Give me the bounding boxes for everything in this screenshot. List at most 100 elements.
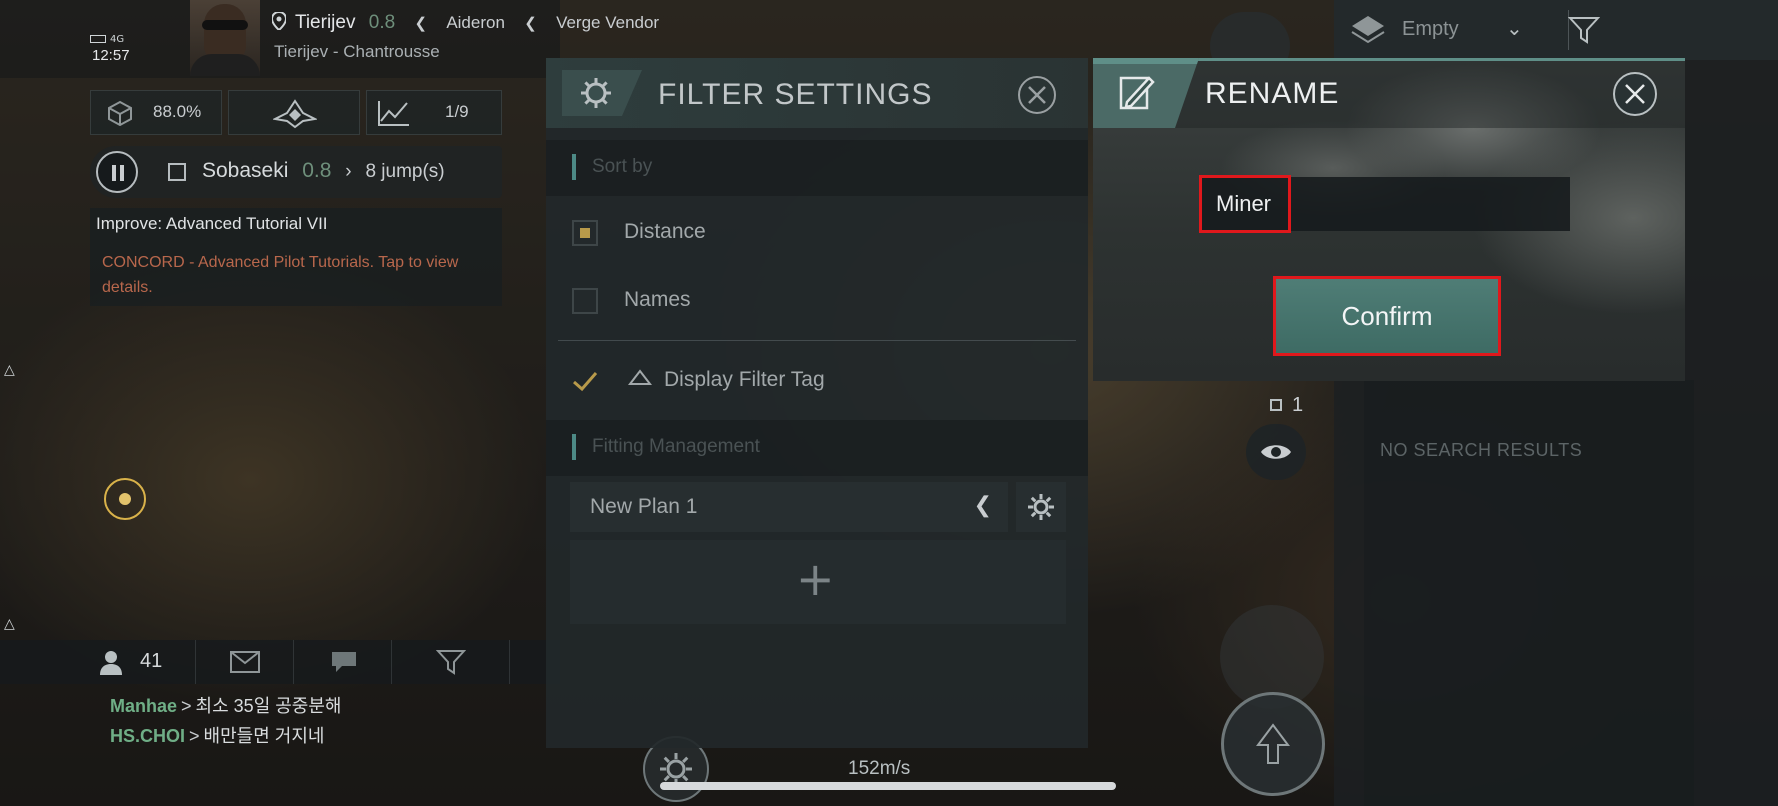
plan-name: New Plan 1 [590,495,698,518]
filter-settings-panel: FILTER SETTINGS Sort by Distance Names D… [546,58,1088,748]
distance-checkbox[interactable] [572,220,598,246]
progress-stat[interactable]: 1/9 [366,90,502,135]
filter-settings-title: FILTER SETTINGS [658,78,933,111]
chat-tab-bar: 41 [0,640,560,684]
chat-separator: > [189,726,200,746]
mission-title: Improve: Advanced Tutorial VII [96,214,328,233]
confirm-label: Confirm [1341,301,1433,331]
portrait-body [190,54,260,76]
square-icon [1270,399,1282,411]
count-value: 1 [1292,394,1304,416]
fitting-section-label: Fitting Management [592,436,760,457]
sort-option-distance[interactable]: Distance [546,200,1088,266]
destination-security: 0.8 [302,159,332,182]
plan-selector[interactable]: New Plan 1 ❮ [570,482,1008,532]
add-plan-button[interactable]: + [570,540,1066,624]
mission-tracker[interactable]: Improve: Advanced Tutorial VII CONCORD -… [90,208,502,306]
target-bracket-icon[interactable] [104,478,146,520]
ship-speed: 152m/s [848,758,911,779]
divider [558,340,1076,341]
route-destination: Sobaseki 0.8 › 8 jump(s) [202,159,445,183]
names-checkbox[interactable] [572,288,598,314]
rename-dialog: RENAME Confirm [1093,58,1685,381]
ship-stats-row: 88.0% 1/9 [90,90,502,135]
gear-icon [562,70,642,116]
chat-text: 배만들면 거지네 [203,726,325,746]
ship-icon [273,99,317,129]
bracket-marker-icon: △ [4,362,15,378]
preset-dropdown-value[interactable]: Empty [1402,18,1459,41]
chevron-left-icon: ❮ [414,15,428,32]
chat-tab-members[interactable]: 41 [0,640,196,684]
warp-icon [1256,723,1290,764]
rename-close-button[interactable] [1613,72,1657,116]
member-count: 41 [140,650,163,672]
chevron-left-icon: ❮ [973,493,992,518]
sort-section-label: Sort by [592,156,653,177]
destination-name: Sobaseki [202,159,289,182]
ship-overview-button[interactable] [228,90,360,135]
location-breadcrumb[interactable]: Tierijev 0.8 ❮ Aideron ❮ Verge Vendor [270,10,660,34]
warp-button[interactable] [1221,692,1325,796]
chevron-right-icon: › [345,161,352,182]
home-indicator[interactable] [660,782,1116,790]
cube-icon [108,100,132,126]
chat-tab-filter[interactable] [392,640,510,684]
system-security: 0.8 [368,12,396,33]
chat-message[interactable]: Manhae > 최소 35일 공중분해 [110,692,342,718]
chevron-down-icon[interactable]: ⌄ [1506,16,1523,40]
area-name: Verge Vendor [556,13,660,32]
filter-icon [436,650,466,675]
chat-tab-mail[interactable] [196,640,294,684]
sort-option-names[interactable]: Names [546,268,1088,334]
right-panel-header: Empty ⌄ [1334,0,1778,60]
chat-tab-messages[interactable] [294,640,392,684]
battery-icon [90,35,106,43]
sublocation: Tierijev - Chantrousse [274,42,440,61]
sort-option-label: Names [624,288,691,311]
checkmark-icon[interactable] [572,370,598,392]
confirm-button[interactable]: Confirm [1273,276,1501,356]
plan-settings-button[interactable] [1016,482,1066,532]
sort-option-label: Distance [624,220,706,243]
clock: 12:57 [92,47,130,64]
map-pin-icon [270,10,288,32]
bracket-marker-icon: △ [4,616,15,632]
tag-icon [628,369,652,385]
fitting-section-header: Fitting Management [546,420,1088,476]
display-filter-tag-toggle[interactable]: Display Filter Tag [546,348,1088,414]
cargo-stat[interactable]: 88.0% [90,90,222,135]
filter-close-button[interactable] [1018,76,1056,114]
network-type: 4G [110,34,125,45]
network-status: 4G [90,34,124,45]
count-chip: 1 [1270,394,1303,417]
mission-description: CONCORD - Advanced Pilot Tutorials. Tap … [102,254,459,296]
no-results-text: NO SEARCH RESULTS [1380,440,1583,460]
filter-icon[interactable] [1568,16,1600,44]
sort-section-header: Sort by [546,140,1088,196]
filter-settings-header: FILTER SETTINGS [546,58,1088,128]
pause-button[interactable] [96,151,138,193]
close-icon [1028,86,1046,104]
cargo-percent: 88.0% [153,102,202,121]
eye-icon [1261,445,1291,459]
gear-icon [1028,494,1054,520]
chat-message[interactable]: HS.CHOI > 배만들면 거지네 [110,722,324,748]
region-name: Aideron [446,13,505,32]
chart-line-icon [378,101,409,126]
chat-bubble-icon [332,652,356,672]
visibility-toggle[interactable] [1246,424,1306,480]
jump-count: 8 jump(s) [365,161,445,182]
mail-icon [230,651,260,673]
chat-sender: Manhae [110,696,178,716]
system-name: Tierijev [294,12,356,33]
layers-icon [1351,16,1385,44]
section-accent [572,154,576,180]
section-accent [572,434,576,460]
chat-sender: HS.CHOI [110,726,186,746]
edit-note-icon [1093,58,1199,128]
route-checkbox[interactable] [168,163,186,181]
character-portrait[interactable] [190,0,260,76]
rename-input[interactable] [1200,177,1570,231]
autopilot-route[interactable]: Sobaseki 0.8 › 8 jump(s) [90,146,502,198]
